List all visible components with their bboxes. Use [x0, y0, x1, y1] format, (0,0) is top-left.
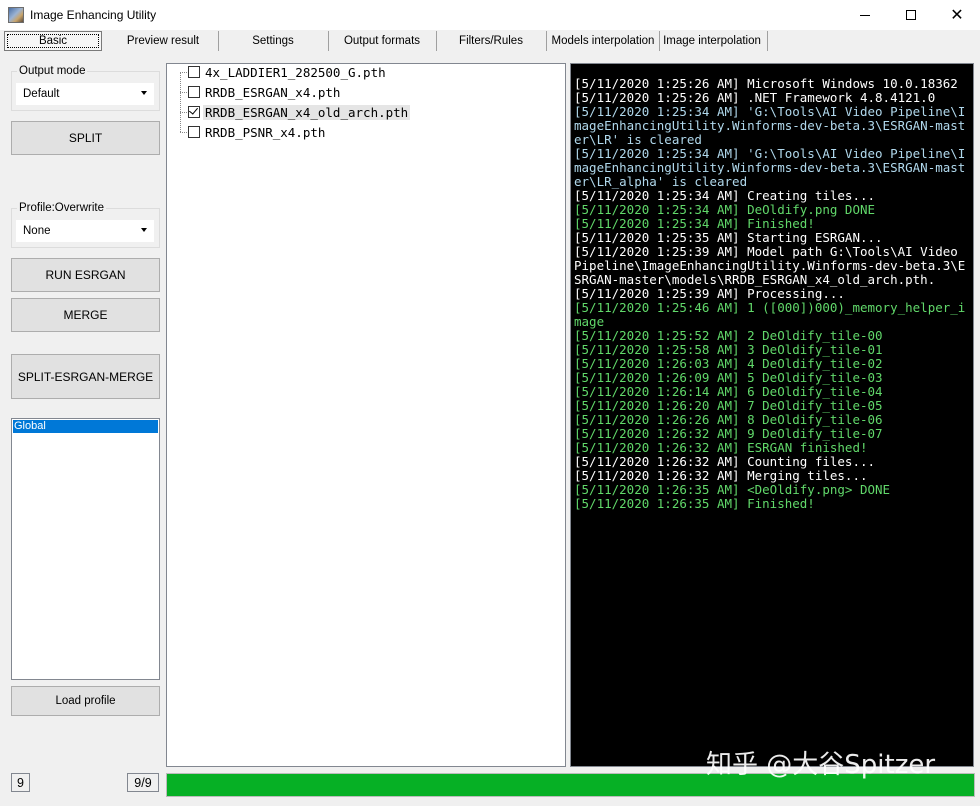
tree-line — [180, 132, 187, 133]
minimize-icon — [860, 14, 870, 16]
log-line: [5/11/2020 1:26:26 AM] 8 DeOldify_tile-0… — [574, 412, 883, 427]
minimize-button[interactable] — [842, 0, 888, 30]
model-name: 4x_LADDIER1_282500_G.pth — [205, 64, 386, 80]
model-name: RRDB_ESRGAN_x4.pth — [205, 84, 341, 100]
profile-label: Profile:Overwrite — [17, 202, 106, 214]
log-line: [5/11/2020 1:26:35 AM] Finished! — [574, 496, 815, 511]
profiles-list[interactable]: Global — [11, 418, 160, 680]
log-line: [5/11/2020 1:26:09 AM] 5 DeOldify_tile-0… — [574, 370, 883, 385]
window-title: Image Enhancing Utility — [30, 8, 157, 22]
merge-button[interactable]: MERGE — [11, 298, 160, 332]
title-bar: Image Enhancing Utility ✕ — [0, 0, 980, 30]
list-item[interactable]: Global — [13, 420, 158, 433]
tab-separator — [546, 31, 547, 51]
log-line: [5/11/2020 1:25:46 AM] 1 ([000])000)_mem… — [574, 300, 966, 329]
log-line: [5/11/2020 1:25:34 AM] Creating tiles... — [574, 188, 876, 203]
profile-value: None — [23, 225, 51, 237]
load-profile-button[interactable]: Load profile — [11, 686, 160, 716]
model-checkbox[interactable] — [188, 66, 200, 78]
tree-item[interactable]: RRDB_PSNR_x4.pth — [188, 123, 327, 141]
tab-image-interpolation[interactable]: Image interpolation — [662, 31, 762, 51]
log-line: [5/11/2020 1:26:32 AM] Counting files... — [574, 454, 876, 469]
tree-item[interactable]: RRDB_ESRGAN_x4_old_arch.pth — [188, 103, 411, 121]
output-mode-value: Default — [23, 88, 60, 100]
output-mode-select[interactable]: Default — [16, 83, 154, 105]
maximize-button[interactable] — [888, 0, 934, 30]
tree-line — [180, 112, 187, 113]
log-line: [5/11/2020 1:25:34 AM] Finished! — [574, 216, 815, 231]
log-line: [5/11/2020 1:26:32 AM] ESRGAN finished! — [574, 440, 868, 455]
tab-basic[interactable]: Basic — [4, 31, 102, 51]
run-esrgan-button[interactable]: RUN ESRGAN — [11, 258, 160, 292]
tree-line — [180, 72, 187, 73]
output-mode-label: Output mode — [17, 65, 88, 77]
log-line: [5/11/2020 1:26:14 AM] 6 DeOldify_tile-0… — [574, 384, 883, 399]
maximize-icon — [906, 10, 916, 20]
log-line: [5/11/2020 1:26:03 AM] 4 DeOldify_tile-0… — [574, 356, 883, 371]
log-line: [5/11/2020 1:26:20 AM] 7 DeOldify_tile-0… — [574, 398, 883, 413]
split-esrgan-merge-button[interactable]: SPLIT-ESRGAN-MERGE — [11, 354, 160, 399]
tab-separator — [659, 31, 660, 51]
model-name: RRDB_PSNR_x4.pth — [205, 124, 326, 140]
log-line: [5/11/2020 1:25:34 AM] 'G:\Tools\AI Vide… — [574, 104, 966, 147]
split-button[interactable]: SPLIT — [11, 121, 160, 155]
log-line: [5/11/2020 1:26:32 AM] Merging tiles... — [574, 468, 868, 483]
close-icon: ✕ — [950, 7, 964, 24]
tab-models-interpolation[interactable]: Models interpolation — [548, 31, 658, 51]
log-line: [5/11/2020 1:25:39 AM] Model path G:\Too… — [574, 244, 966, 287]
tree-line — [180, 72, 181, 132]
tree-line — [180, 92, 187, 93]
tab-settings[interactable]: Settings — [218, 31, 328, 51]
log-line: [5/11/2020 1:25:34 AM] 'G:\Tools\AI Vide… — [574, 146, 966, 189]
log-line: [5/11/2020 1:25:52 AM] 2 DeOldify_tile-0… — [574, 328, 883, 343]
log-line: [5/11/2020 1:25:35 AM] Starting ESRGAN..… — [574, 230, 883, 245]
log-console[interactable]: [5/11/2020 1:25:26 AM] Microsoft Windows… — [570, 63, 974, 767]
chevron-down-icon — [141, 91, 147, 95]
model-name: RRDB_ESRGAN_x4_old_arch.pth — [203, 104, 411, 120]
app-icon — [8, 7, 24, 23]
checkmark-icon — [189, 105, 198, 115]
watermark: 知乎 @大谷Spitzer — [706, 750, 936, 780]
chevron-down-icon — [141, 228, 147, 232]
log-line: [5/11/2020 1:25:26 AM] Microsoft Windows… — [574, 76, 958, 91]
model-tree[interactable] — [166, 63, 566, 767]
close-button[interactable]: ✕ — [934, 0, 980, 30]
tree-item[interactable]: 4x_LADDIER1_282500_G.pth — [188, 63, 388, 81]
tab-separator — [767, 31, 768, 51]
tab-preview-result[interactable]: Preview result — [108, 31, 218, 51]
model-checkbox[interactable] — [188, 126, 200, 138]
tab-filters-rules[interactable]: Filters/Rules — [436, 31, 546, 51]
tab-output-formats[interactable]: Output formats — [328, 31, 436, 51]
log-line: [5/11/2020 1:25:39 AM] Processing... — [574, 286, 845, 301]
tree-item[interactable]: RRDB_ESRGAN_x4.pth — [188, 83, 342, 101]
log-line: [5/11/2020 1:25:26 AM] .NET Framework 4.… — [574, 90, 936, 105]
profile-select[interactable]: None — [16, 220, 154, 242]
count-label: 9 — [11, 773, 30, 792]
progress-count-label: 9/9 — [127, 773, 159, 792]
log-line: [5/11/2020 1:25:34 AM] DeOldify.png DONE — [574, 202, 876, 217]
model-checkbox[interactable] — [188, 86, 200, 98]
log-lines: [5/11/2020 1:25:26 AM] Microsoft Windows… — [574, 77, 970, 511]
model-checkbox[interactable] — [188, 105, 200, 118]
log-line: [5/11/2020 1:25:58 AM] 3 DeOldify_tile-0… — [574, 342, 883, 357]
log-line: [5/11/2020 1:26:35 AM] <DeOldify.png> DO… — [574, 482, 891, 497]
log-line: [5/11/2020 1:26:32 AM] 9 DeOldify_tile-0… — [574, 426, 883, 441]
